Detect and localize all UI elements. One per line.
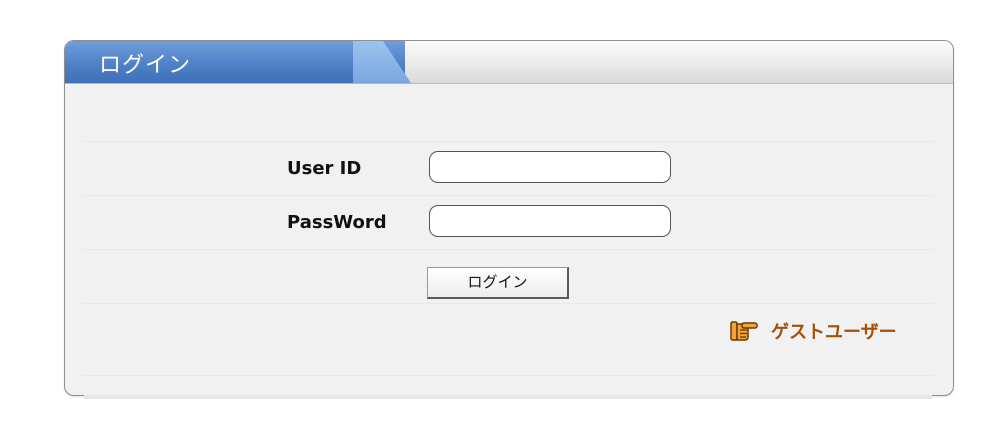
password-label: PassWord	[287, 212, 387, 233]
row-divider	[83, 375, 935, 376]
row-divider	[83, 249, 935, 250]
login-panel: ログイン User ID PassWord ログイン ゲストユーザー	[64, 40, 954, 396]
user-id-label: User ID	[287, 158, 362, 179]
panel-title: ログイン	[99, 53, 192, 78]
row-divider	[83, 195, 935, 196]
panel-header: ログイン	[65, 41, 953, 84]
header-tab-edge	[353, 41, 411, 83]
login-button[interactable]: ログイン	[427, 267, 569, 299]
panel-bottom-shadow	[84, 395, 932, 399]
row-divider	[83, 303, 935, 304]
password-input[interactable]	[429, 205, 671, 237]
row-divider	[83, 141, 935, 142]
pointing-hand-icon	[730, 321, 758, 341]
guest-user-label: ゲストユーザー	[771, 322, 897, 343]
user-id-input[interactable]	[429, 151, 671, 183]
guest-user-link[interactable]: ゲストユーザー	[729, 315, 897, 347]
